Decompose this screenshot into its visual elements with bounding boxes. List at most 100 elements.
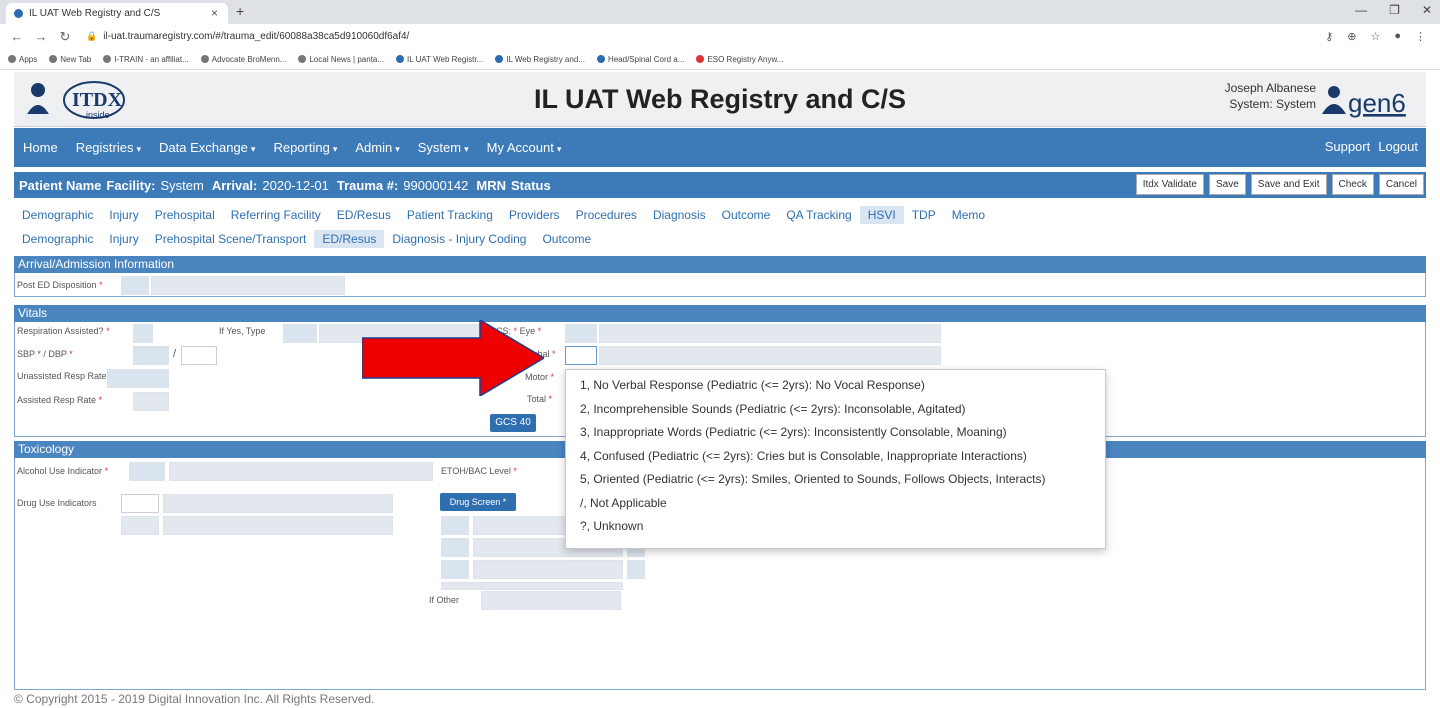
if-yes-type-code-field[interactable] (283, 324, 317, 343)
dropdown-option[interactable]: 1, No Verbal Response (Pediatric (<= 2yr… (566, 374, 1105, 398)
assisted-resp-rate-field[interactable] (133, 392, 169, 411)
bookmark-item[interactable]: I-TRAIN - an affiliat... (103, 55, 189, 64)
tab-procedures[interactable]: Procedures (568, 206, 645, 224)
tab-ed-resus[interactable]: ED/Resus (329, 206, 399, 224)
subtab-diagnosis-injury-coding[interactable]: Diagnosis - Injury Coding (384, 230, 534, 248)
gcs-40-button[interactable]: GCS 40 (490, 414, 536, 432)
check-button[interactable]: Check (1331, 174, 1374, 195)
caret-down-icon: ▾ (395, 144, 400, 154)
red-arrow-icon (362, 320, 544, 396)
bookmark-item[interactable]: Advocate BroMenn... (200, 55, 286, 64)
drug-screen-code-field-4[interactable] (441, 582, 623, 590)
dropdown-option[interactable]: 4, Confused (Pediatric (<= 2yrs): Cries … (566, 445, 1105, 469)
unassisted-resp-rate-field[interactable] (107, 369, 169, 388)
tab-diagnosis[interactable]: Diagnosis (645, 206, 714, 224)
url-field[interactable]: 🔒 il-uat.traumaregistry.com/#/trauma_edi… (86, 31, 409, 42)
tab-prehospital[interactable]: Prehospital (147, 206, 223, 224)
menu-dots-icon[interactable]: ⋮ (1415, 30, 1426, 43)
drug-screen-description-field-3[interactable] (473, 560, 623, 579)
bookmark-item[interactable]: Apps (8, 55, 37, 64)
tab-injury[interactable]: Injury (101, 206, 146, 224)
forward-icon[interactable]: → (34, 29, 48, 44)
key-icon[interactable]: ⚷ (1325, 30, 1333, 43)
patient-actions: Itdx Validate Save Save and Exit Check C… (1135, 174, 1424, 195)
bookmark-item[interactable]: New Tab (49, 55, 91, 64)
dropdown-option[interactable]: /, Not Applicable (566, 492, 1105, 516)
subtab-prehospital-scene-transport[interactable]: Prehospital Scene/Transport (147, 230, 315, 248)
bookmarks-bar: Apps New Tab I-TRAIN - an affiliat... Ad… (0, 49, 1440, 70)
dbp-field[interactable] (181, 346, 217, 365)
drug-use-code-field-2[interactable] (121, 516, 159, 535)
dropdown-option[interactable]: ?, Unknown (566, 515, 1105, 539)
nav-admin[interactable]: Admin ▾ (346, 140, 408, 155)
drug-use-description-field-1[interactable] (163, 494, 393, 513)
sbp-dbp-label: SBP * / DBP * (17, 349, 73, 359)
subtab-outcome[interactable]: Outcome (534, 230, 599, 248)
nav-system[interactable]: System ▾ (409, 140, 478, 155)
bookmark-item[interactable]: Local News | panta... (298, 55, 384, 64)
nav-reporting[interactable]: Reporting ▾ (264, 140, 346, 155)
bookmark-item[interactable]: ESO Registry Anyw... (696, 55, 783, 64)
nav-data-exchange[interactable]: Data Exchange ▾ (150, 140, 264, 155)
post-ed-code-field[interactable] (121, 276, 149, 295)
profile-icon[interactable]: ● (1394, 30, 1401, 43)
dropdown-option[interactable]: 5, Oriented (Pediatric (<= 2yrs): Smiles… (566, 468, 1105, 492)
tab-tdp[interactable]: TDP (904, 206, 944, 224)
tab-providers[interactable]: Providers (501, 206, 568, 224)
drug-screen-extra-field-3[interactable] (627, 560, 645, 579)
tab-hsvi[interactable]: HSVI (859, 206, 904, 224)
cancel-button[interactable]: Cancel (1378, 174, 1424, 195)
tab-demographic[interactable]: Demographic (14, 206, 101, 224)
alcohol-use-description-field[interactable] (169, 462, 433, 481)
window-controls: — ❐ ✕ (1355, 3, 1432, 17)
post-ed-description-field[interactable] (151, 276, 345, 295)
nav-support[interactable]: Support (1325, 139, 1371, 154)
drug-use-description-field-2[interactable] (163, 516, 393, 535)
maximize-icon[interactable]: ❐ (1389, 3, 1400, 17)
subtab-injury[interactable]: Injury (101, 230, 146, 248)
bookmark-item[interactable]: IL UAT Web Registr... (396, 55, 483, 64)
sbp-field[interactable] (133, 346, 169, 365)
browser-tab[interactable]: IL UAT Web Registry and C/S × (6, 3, 228, 24)
dropdown-option[interactable]: 3, Inappropriate Words (Pediatric (<= 2y… (566, 421, 1105, 445)
reload-icon[interactable]: ↻ (58, 29, 72, 45)
tab-memo[interactable]: Memo (944, 206, 993, 224)
back-icon[interactable]: ← (10, 29, 24, 44)
new-tab-button[interactable]: + (236, 3, 244, 19)
drug-screen-code-field-1[interactable] (441, 516, 469, 535)
subtab-ed-resus[interactable]: ED/Resus (314, 230, 385, 248)
nav-my-account[interactable]: My Account ▾ (478, 140, 571, 155)
zoom-icon[interactable]: ⊕ (1347, 30, 1356, 43)
if-other-field[interactable] (481, 591, 621, 610)
nav-logout[interactable]: Logout (1378, 139, 1418, 154)
subtab-demographic[interactable]: Demographic (14, 230, 101, 248)
nav-home[interactable]: Home (14, 140, 67, 155)
tab-outcome[interactable]: Outcome (714, 206, 779, 224)
save-and-exit-button[interactable]: Save and Exit (1250, 174, 1327, 195)
itdx-validate-button[interactable]: Itdx Validate (1135, 174, 1204, 195)
tab-referring-facility[interactable]: Referring Facility (223, 206, 329, 224)
save-button[interactable]: Save (1208, 174, 1246, 195)
dropdown-option[interactable]: 2, Incomprehensible Sounds (Pediatric (<… (566, 398, 1105, 422)
tab-patient-tracking[interactable]: Patient Tracking (399, 206, 501, 224)
status-label: Status (510, 177, 551, 193)
bookmark-item[interactable]: IL Web Registry and... (495, 55, 585, 64)
close-tab-icon[interactable]: × (211, 6, 218, 20)
sbp-dbp-separator: / (173, 348, 177, 360)
minimize-icon[interactable]: — (1355, 3, 1367, 17)
gcs-verbal-description-field[interactable] (599, 346, 941, 365)
star-icon[interactable]: ☆ (1370, 30, 1380, 43)
drug-use-code-field-1[interactable] (121, 494, 159, 513)
respiration-assisted-field[interactable] (133, 324, 153, 343)
gcs-verbal-code-field[interactable] (565, 346, 597, 365)
nav-registries[interactable]: Registries ▾ (67, 140, 150, 155)
drug-screen-button[interactable]: Drug Screen * (440, 493, 516, 511)
close-window-icon[interactable]: ✕ (1422, 3, 1432, 17)
drug-screen-code-field-3[interactable] (441, 560, 469, 579)
drug-screen-code-field-2[interactable] (441, 538, 469, 557)
alcohol-use-code-field[interactable] (129, 462, 165, 481)
bookmark-item[interactable]: Head/Spinal Cord a... (596, 55, 684, 64)
gcs-eye-description-field[interactable] (599, 324, 941, 343)
gcs-eye-code-field[interactable] (565, 324, 597, 343)
tab-qa-tracking[interactable]: QA Tracking (778, 206, 859, 224)
